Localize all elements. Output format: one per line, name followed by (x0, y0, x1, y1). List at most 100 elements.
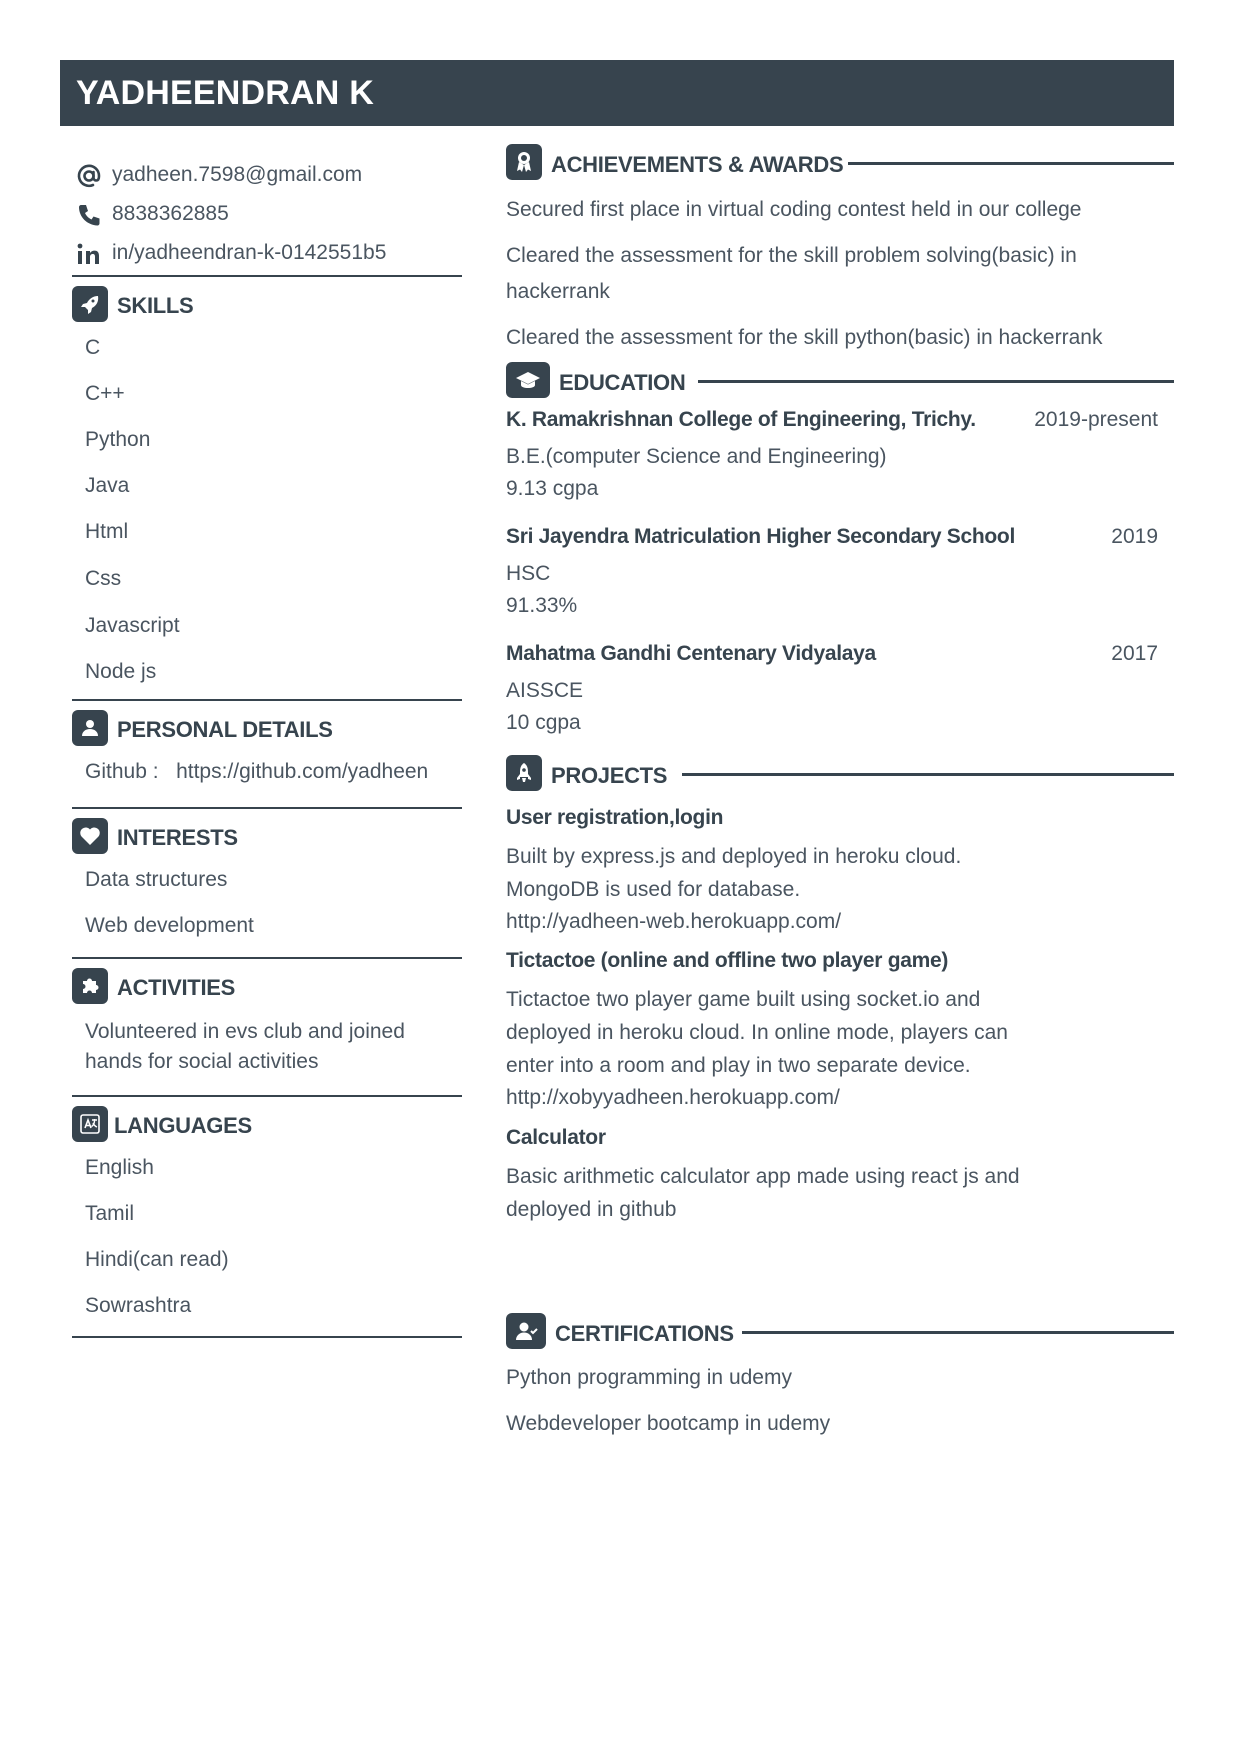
list-item: Java (85, 474, 130, 497)
degree: B.E.(computer Science and Engineering) (506, 445, 887, 468)
list-item: Javascript (85, 614, 180, 637)
school-year: 2019 (1111, 525, 1158, 548)
list-item: Html (85, 520, 129, 543)
list-item: Sowrashtra (85, 1294, 192, 1317)
github-label: Github : (85, 760, 159, 783)
project-line: deployed in heroku cloud. In online mode… (506, 1021, 1008, 1044)
at-icon (77, 164, 101, 188)
certifications-section-title: CERTIFICATIONS (506, 1305, 1174, 1355)
school-name: K. Ramakrishnan College of Engineering, … (506, 408, 976, 431)
section-rule (848, 162, 1174, 165)
score: 9.13 cgpa (506, 477, 599, 500)
personal-section-title: PERSONAL DETAILS (72, 701, 462, 751)
activities-title: ACTIVITIES (117, 975, 236, 1000)
github-row: Github : https://github.com/yadheen (72, 757, 462, 807)
school-year: 2017 (1111, 642, 1158, 665)
education-row: Sri Jayendra Matriculation Higher Second… (506, 521, 1174, 556)
project-line: enter into a room and play in two separa… (506, 1054, 971, 1077)
score: 91.33% (506, 594, 578, 617)
interests-section-title: INTERESTS (72, 809, 462, 859)
school-year: 2019-present (1034, 408, 1158, 431)
project-link[interactable]: http://yadheen-web.herokuapp.com/ (506, 904, 1174, 944)
education-entry: K. Ramakrishnan College of Engineering, … (506, 404, 1174, 521)
contact-phone: 8838362885 (72, 195, 462, 234)
linkedin-text: in/yadheendran-k-0142551b5 (112, 241, 387, 264)
education-row: Mahatma Gandhi Centenary Vidyalaya 2017 (506, 638, 1174, 673)
education-title: EDUCATION (559, 370, 686, 395)
award-icon (506, 144, 542, 180)
phone-text: 8838362885 (112, 202, 229, 225)
candidate-name: YADHEENDRAN K (76, 74, 374, 112)
github-link[interactable]: https://github.com/yadheen (176, 760, 428, 783)
resume-header: YADHEENDRAN K (60, 60, 1174, 126)
list-item: Node js (85, 660, 157, 683)
heart-icon (72, 818, 108, 854)
list-item: Webdeveloper bootcamp in udemy (506, 1412, 831, 1435)
list-item: Python (85, 428, 151, 451)
degree: HSC (506, 562, 551, 585)
languages-title: LANGUAGES (114, 1113, 252, 1138)
list-item: C++ (85, 382, 125, 405)
skills-section-title: SKILLS (72, 277, 462, 327)
project-title: Calculator (506, 1126, 606, 1149)
skills-title: SKILLS (117, 293, 194, 318)
achievement-item: Cleared the assessment for the skill pyt… (506, 326, 1103, 349)
achievements-title: ACHIEVEMENTS & AWARDS (551, 152, 844, 177)
project-link[interactable]: http://xobyyadheen.herokuapp.com/ (506, 1080, 1174, 1121)
linkedin-icon (77, 243, 99, 264)
education-row: K. Ramakrishnan College of Engineering, … (506, 404, 1174, 439)
languages-section-title: LANGUAGES (72, 1097, 462, 1147)
user-icon (72, 710, 108, 746)
education-entry: Sri Jayendra Matriculation Higher Second… (506, 521, 1174, 638)
personal-title: PERSONAL DETAILS (117, 717, 333, 742)
list-item: C (85, 336, 101, 359)
achievements-section-title: ACHIEVEMENTS & AWARDS (506, 144, 1174, 192)
section-rule (682, 773, 1174, 776)
right-column: ACHIEVEMENTS & AWARDS Secured first plac… (506, 126, 1174, 1447)
list-item: English (85, 1156, 154, 1179)
translate-icon (72, 1106, 108, 1142)
phone-icon (79, 205, 100, 226)
contact-linkedin: in/yadheendran-k-0142551b5 (72, 234, 462, 273)
interests-title: INTERESTS (117, 825, 238, 850)
email-text: yadheen.7598@gmail.com (112, 163, 363, 186)
project-title: Tictactoe (online and offline two player… (506, 949, 949, 972)
robot-icon (506, 755, 542, 791)
activities-section-title: ACTIVITIES (72, 959, 462, 1009)
activity-line: Volunteered in evs club and joined (85, 1020, 405, 1043)
achievement-item: hackerrank (506, 280, 610, 303)
left-column: yadheen.7598@gmail.com 8838362885 in/yad… (72, 126, 462, 1338)
graduation-cap-icon (506, 362, 550, 398)
list-item: Python programming in udemy (506, 1366, 792, 1389)
project-line: MongoDB is used for database. (506, 878, 801, 901)
education-entry: Mahatma Gandhi Centenary Vidyalaya 2017 … (506, 638, 1174, 747)
section-rule (742, 1331, 1174, 1334)
education-section-title: EDUCATION (506, 360, 1174, 404)
achievement-item: Secured first place in virtual coding co… (506, 198, 1082, 221)
list-item: Tamil (85, 1202, 135, 1225)
contact-email: yadheen.7598@gmail.com (72, 156, 462, 195)
projects-title: PROJECTS (551, 763, 668, 788)
certificate-user-icon (506, 1313, 546, 1349)
list-item: Data structures (85, 868, 228, 891)
school-name: Sri Jayendra Matriculation Higher Second… (506, 525, 1015, 548)
list-item: Web development (85, 914, 254, 937)
project-title: User registration,login (506, 806, 724, 829)
project-line: Built by express.js and deployed in hero… (506, 845, 962, 868)
score: 10 cgpa (506, 711, 581, 734)
project-line: Basic arithmetic calculator app made usi… (506, 1165, 1020, 1188)
school-name: Mahatma Gandhi Centenary Vidyalaya (506, 642, 876, 665)
activity-line: hands for social activities (85, 1050, 319, 1073)
project-line: Tictactoe two player game built using so… (506, 988, 981, 1011)
rocket-icon (72, 286, 108, 322)
section-rule (698, 380, 1174, 383)
project-line: deployed in github (506, 1198, 677, 1221)
certifications-title: CERTIFICATIONS (555, 1321, 734, 1346)
puzzle-icon (72, 968, 108, 1004)
degree: AISSCE (506, 679, 584, 702)
divider (72, 1336, 462, 1338)
list-item: Css (85, 567, 122, 590)
achievement-item: Cleared the assessment for the skill pro… (506, 244, 1077, 267)
list-item: Hindi(can read) (85, 1248, 229, 1271)
projects-section-title: PROJECTS (506, 747, 1174, 801)
